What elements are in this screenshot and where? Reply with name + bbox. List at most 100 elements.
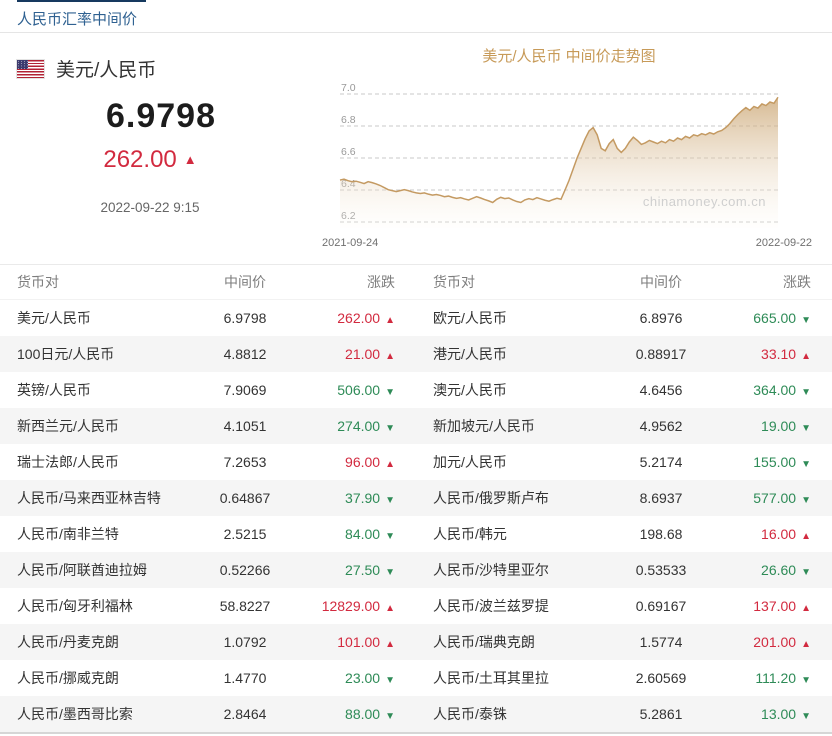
pair-cell: 澳元/人民币 — [433, 380, 605, 400]
table-row[interactable]: 欧元/人民币6.8976665.00▼ — [416, 300, 832, 336]
table-row[interactable]: 新加坡元/人民币4.956219.00▼ — [416, 408, 832, 444]
pair-cell: 人民币/韩元 — [433, 524, 605, 544]
change-cell: 88.00▼ — [301, 706, 395, 722]
change-value: 96.00 — [345, 454, 380, 470]
change-down-icon: ▼ — [385, 387, 395, 398]
change-cell: 27.50▼ — [301, 562, 395, 578]
change-down-icon: ▼ — [385, 531, 395, 542]
table-row[interactable]: 瑞士法郎/人民币7.265396.00▲ — [0, 444, 416, 480]
mid-price-cell: 0.53533 — [605, 562, 717, 578]
table-row[interactable]: 人民币/丹麦克朗1.0792101.00▲ — [0, 624, 416, 660]
mid-price-cell: 5.2861 — [605, 706, 717, 722]
rates-table-left: 货币对 中间价 涨跌 美元/人民币6.9798262.00▲100日元/人民币4… — [0, 265, 416, 732]
svg-text:6.6: 6.6 — [341, 146, 356, 158]
table-row[interactable]: 人民币/土耳其里拉2.60569111.20▼ — [416, 660, 832, 696]
change-value: 364.00 — [753, 382, 796, 398]
change-cell: 21.00▲ — [301, 346, 395, 362]
change-down-icon: ▼ — [801, 459, 811, 470]
change-value: 111.20 — [755, 670, 796, 686]
table-row[interactable]: 人民币/波兰兹罗提0.69167137.00▲ — [416, 588, 832, 624]
table-row[interactable]: 人民币/南非兰特2.5215 84.00 ▼ — [0, 516, 416, 552]
table-row[interactable]: 人民币/墨西哥比索2.846488.00▼ — [0, 696, 416, 732]
change-cell: 155.00▼ — [717, 454, 811, 470]
table-row[interactable]: 人民币/瑞典克朗1.5774201.00▲ — [416, 624, 832, 660]
table-row[interactable]: 人民币/马来西亚林吉特0.6486737.90▼ — [0, 480, 416, 516]
pair-cell: 人民币/波兰兹罗提 — [433, 596, 605, 616]
pair-cell: 人民币/墨西哥比索 — [17, 704, 189, 724]
trend-chart: 美元/人民币 中间价走势图 7.06.86.66.46.2 2021-09-24… — [322, 46, 816, 249]
quote-timestamp: 2022-09-22 9:15 — [0, 200, 300, 215]
change-cell: 84.00 ▼ — [301, 526, 395, 542]
change-value: 665.00 — [753, 310, 796, 326]
change-down-icon: ▼ — [385, 423, 395, 434]
table-row[interactable]: 美元/人民币6.9798262.00▲ — [0, 300, 416, 336]
pair-cell: 人民币/马来西亚林吉特 — [17, 488, 189, 508]
table-row[interactable]: 人民币/韩元198.68 16.00 ▲ — [416, 516, 832, 552]
col-header-change: 涨跌 — [717, 272, 811, 292]
change-cell: 23.00 ▼ — [301, 670, 395, 686]
table-row[interactable]: 新西兰元/人民币4.1051274.00▼ — [0, 408, 416, 444]
table-row[interactable]: 港元/人民币0.8891733.10▲ — [416, 336, 832, 372]
mid-price-value: 6.9798 — [6, 97, 316, 136]
currency-pair-name: 美元/人民币 — [56, 55, 156, 82]
change-up-icon: ▲ — [385, 315, 395, 326]
change-cell: 111.20 ▼ — [717, 670, 811, 686]
change-down-icon: ▼ — [801, 315, 811, 326]
table-row[interactable]: 人民币/沙特里亚尔0.5353326.60▼ — [416, 552, 832, 588]
pair-cell: 人民币/南非兰特 — [17, 524, 189, 544]
change-down-icon: ▼ — [801, 675, 811, 686]
table-row[interactable]: 100日元/人民币4.881221.00▲ — [0, 336, 416, 372]
price-change: 262.00 ▲ — [0, 146, 300, 174]
currency-pair-header: 美元/人民币 — [17, 55, 156, 82]
change-value: 262.00 — [337, 310, 380, 326]
pair-cell: 人民币/瑞典克朗 — [433, 632, 605, 652]
table-row[interactable]: 人民币/匈牙利福林58.822712829.00▲ — [0, 588, 416, 624]
rates-table-right: 货币对 中间价 涨跌 欧元/人民币6.8976665.00▼港元/人民币0.88… — [416, 265, 832, 732]
change-cell: 665.00 ▼ — [717, 310, 811, 326]
mid-price-cell: 0.69167 — [605, 598, 717, 614]
price-change-value: 262.00 — [103, 146, 176, 173]
change-cell: 506.00▼ — [301, 382, 395, 398]
pair-cell: 加元/人民币 — [433, 452, 605, 472]
trend-chart-plot: 7.06.86.66.46.2 — [326, 70, 786, 236]
table-row[interactable]: 人民币/阿联酋迪拉姆0.5226627.50▼ — [0, 552, 416, 588]
change-value: 33.10 — [761, 346, 796, 362]
change-value: 13.00 — [761, 706, 796, 722]
table-row[interactable]: 人民币/泰铢5.286113.00▼ — [416, 696, 832, 732]
pair-cell: 英镑/人民币 — [17, 380, 189, 400]
mid-price-cell: 2.5215 — [189, 526, 301, 542]
table-row[interactable]: 人民币/挪威克朗1.4770 23.00 ▼ — [0, 660, 416, 696]
table-row[interactable]: 加元/人民币5.2174155.00▼ — [416, 444, 832, 480]
change-value: 12829.00 — [322, 598, 380, 614]
change-value: 23.00 — [345, 670, 380, 686]
change-value: 16.00 — [761, 526, 796, 542]
change-down-icon: ▼ — [385, 675, 395, 686]
mid-price-cell: 0.88917 — [605, 346, 717, 362]
pair-cell: 人民币/沙特里亚尔 — [433, 560, 605, 580]
change-up-icon: ▲ — [184, 152, 197, 167]
mid-price-cell: 198.68 — [605, 526, 717, 542]
change-value: 84.00 — [345, 526, 380, 542]
pair-cell: 人民币/土耳其里拉 — [433, 668, 605, 688]
change-value: 37.90 — [345, 490, 380, 506]
hero-section: 美元/人民币 6.9798 262.00 ▲ 2022-09-22 9:15 美元… — [0, 33, 832, 264]
change-cell: 101.00▲ — [301, 634, 395, 650]
table-row[interactable]: 人民币/俄罗斯卢布8.6937577.00▼ — [416, 480, 832, 516]
table-row[interactable]: 英镑/人民币7.9069506.00▼ — [0, 372, 416, 408]
mid-price-cell: 4.6456 — [605, 382, 717, 398]
change-value: 88.00 — [345, 706, 380, 722]
change-up-icon: ▲ — [801, 531, 811, 542]
mid-price-cell: 8.6937 — [605, 490, 717, 506]
table-row[interactable]: 澳元/人民币4.6456364.00▼ — [416, 372, 832, 408]
page-title[interactable]: 人民币汇率中间价 — [17, 8, 137, 29]
pair-cell: 人民币/挪威克朗 — [17, 668, 189, 688]
mid-price-cell: 1.4770 — [189, 670, 301, 686]
pair-cell: 人民币/俄罗斯卢布 — [433, 488, 605, 508]
pair-cell: 人民币/丹麦克朗 — [17, 632, 189, 652]
x-axis-end-label: 2022-09-22 — [756, 237, 812, 249]
pair-cell: 新加坡元/人民币 — [433, 416, 605, 436]
change-cell: 262.00 ▲ — [301, 310, 395, 326]
change-value: 21.00 — [345, 346, 380, 362]
chart-title: 美元/人民币 中间价走势图 — [322, 46, 816, 68]
mid-price-cell: 4.8812 — [189, 346, 301, 362]
